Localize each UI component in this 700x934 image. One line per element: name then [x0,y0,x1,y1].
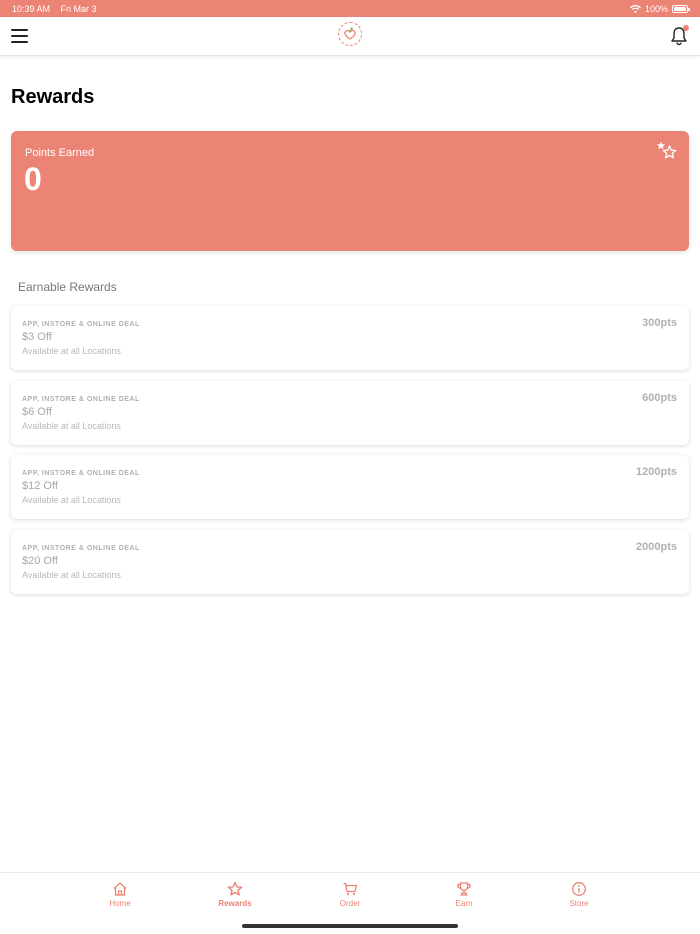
trophy-icon [457,882,471,896]
top-nav-bar [0,17,700,56]
reward-note: Available at all Locations [22,346,121,356]
reward-tag: APP, INSTORE & ONLINE DEAL [22,321,140,328]
wifi-icon [630,4,641,13]
reward-points: 300pts [642,317,677,329]
status-right: 100% [630,3,690,14]
page-title: Rewards [11,86,95,108]
earnable-rewards-title: Earnable Rewards [18,280,117,294]
reward-note: Available at all Locations [22,569,121,580]
battery-percent: 100% [644,3,668,14]
tab-rewards[interactable]: Rewards [205,881,265,908]
reward-card[interactable]: APP, INSTORE & ONLINE DEAL $6 Off Availa… [11,380,689,445]
stars-icon [656,141,677,159]
points-card: Points Earned 0 [11,131,689,251]
reward-note: Available at all Locations [22,420,121,431]
heart-logo-icon [344,27,356,40]
points-value: 0 [24,161,42,197]
reward-name: $6 Off [22,405,52,418]
brand-logo [338,22,362,46]
status-date: Fri Mar 3 [60,3,97,14]
points-label: Points Earned [25,147,95,159]
notification-badge [683,25,689,31]
tab-label: Order [339,899,361,908]
reward-card[interactable]: APP, INSTORE & ONLINE DEAL $20 Off Avail… [11,529,689,594]
tab-label: Earn [455,899,473,908]
notifications-button[interactable] [670,25,689,46]
cart-icon [343,882,358,896]
reward-name: $3 Off [22,331,52,343]
reward-tag: APP, INSTORE & ONLINE DEAL [22,470,140,477]
home-indicator [242,924,458,928]
reward-points: 2000pts [636,540,677,553]
reward-points: 600pts [642,391,677,404]
reward-note: Available at all Locations [22,495,121,505]
status-bar: 10:39 AM Fri Mar 3 100% [0,0,700,17]
tab-label: Store [569,899,589,908]
status-left: 10:39 AM Fri Mar 3 [12,4,105,14]
tab-label: Home [109,899,131,908]
star-icon [227,881,243,896]
reward-name: $20 Off [22,554,58,567]
menu-icon[interactable] [11,29,28,43]
info-icon [572,882,586,896]
reward-card[interactable]: APP, INSTORE & ONLINE DEAL $3 Off Availa… [11,306,689,370]
reward-points: 1200pts [636,466,677,478]
tab-earn[interactable]: Earn [434,881,494,908]
tab-order[interactable]: Order [320,881,380,908]
tab-store[interactable]: Store [549,881,609,908]
home-icon [113,882,127,896]
tab-label: Rewards [218,899,252,908]
reward-tag: APP, INSTORE & ONLINE DEAL [22,395,140,403]
reward-card[interactable]: APP, INSTORE & ONLINE DEAL $12 Off Avail… [11,455,689,519]
status-time: 10:39 AM [12,3,51,14]
rewards-list: APP, INSTORE & ONLINE DEAL $3 Off Availa… [11,306,689,604]
battery-icon [672,4,690,13]
reward-tag: APP, INSTORE & ONLINE DEAL [22,544,140,552]
tab-home[interactable]: Home [90,881,150,908]
reward-name: $12 Off [22,480,58,492]
